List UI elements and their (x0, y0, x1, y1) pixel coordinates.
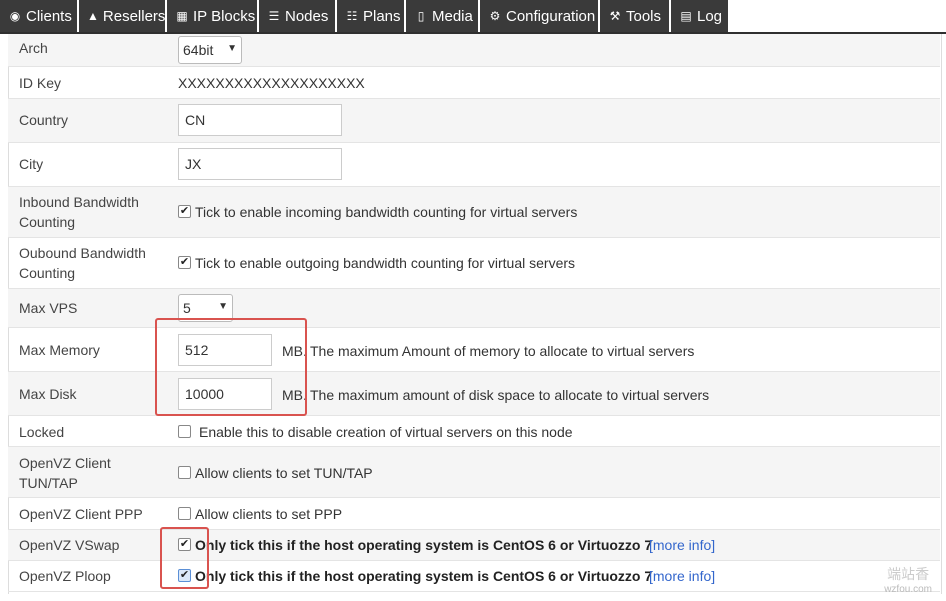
city-label: City (19, 156, 44, 172)
tab-nodes[interactable]: ☰ Nodes (259, 0, 335, 32)
row-outbound-bandwidth: Oubound Bandwidth Counting Tick to enabl… (8, 238, 940, 289)
table-icon: ▤ (680, 9, 692, 23)
file-icon: ▯ (417, 9, 425, 23)
tun-tap-label-line2: TUN/TAP (19, 475, 78, 491)
tab-media[interactable]: ▯ Media (406, 0, 478, 32)
tab-label: Nodes (285, 7, 329, 25)
wrench-icon: ⚒ (609, 9, 621, 23)
row-id-key: ID Key XXXXXXXXXXXXXXXXXXXX (8, 67, 940, 99)
row-inbound-bandwidth: Inbound Bandwidth Counting Tick to enabl… (8, 187, 940, 238)
tab-label: Plans (363, 7, 401, 25)
outbound-label-line1: Oubound Bandwidth (19, 245, 146, 261)
tab-label: Resellers (102, 7, 166, 25)
grid-icon: ▦ (176, 9, 188, 23)
annotation-highlight-vswap-ploop (160, 527, 209, 589)
country-label: Country (19, 112, 69, 128)
inbound-description: Tick to enable incoming bandwidth counti… (195, 204, 578, 220)
gear-icon: ⚙ (489, 9, 501, 23)
max-memory-description: The maximum Amount of memory to allocate… (310, 343, 695, 359)
tun-tap-label-line1: OpenVZ Client (19, 455, 111, 471)
max-disk-description: The maximum amount of disk space to allo… (310, 387, 710, 403)
ploop-more-info-link[interactable]: [more info] (649, 566, 715, 586)
ploop-label: OpenVZ Ploop (19, 568, 111, 584)
id-key-value: XXXXXXXXXXXXXXXXXXXX (178, 75, 365, 91)
watermark-logo-text: 端站香 (887, 566, 930, 582)
locked-checkbox[interactable] (178, 425, 191, 438)
locked-label: Locked (19, 424, 65, 440)
country-value: CN (185, 112, 206, 128)
row-city: City JX (8, 143, 940, 187)
arch-select[interactable]: 64bit ▼ (178, 36, 242, 64)
row-ppp: OpenVZ Client PPP Allow clients to set P… (8, 498, 940, 530)
vswap-label: OpenVZ VSwap (19, 537, 120, 553)
chevron-down-icon: ▼ (227, 43, 237, 54)
row-arch: Arch 64bit ▼ (8, 34, 940, 67)
tab-ip-blocks[interactable]: ▦ IP Blocks (167, 0, 257, 32)
city-input[interactable]: JX (178, 148, 342, 180)
row-vswap: OpenVZ VSwap Only tick this if the host … (8, 530, 940, 561)
tab-log[interactable]: ▤ Log (671, 0, 728, 32)
outbound-checkbox[interactable] (178, 256, 191, 269)
row-country: Country CN (8, 99, 940, 143)
country-input[interactable]: CN (178, 104, 342, 136)
chevron-down-icon: ▼ (218, 301, 228, 312)
max-vps-label: Max VPS (19, 300, 78, 316)
max-memory-label: Max Memory (19, 342, 100, 358)
tab-plans[interactable]: ☷ Plans (337, 0, 404, 32)
max-disk-label: Max Disk (19, 386, 77, 402)
tab-configuration[interactable]: ⚙ Configuration (480, 0, 598, 32)
users-icon: ◉ (9, 9, 21, 23)
city-value: JX (185, 156, 202, 172)
watermark-url: wzfou.com (884, 584, 932, 595)
watermark: 端站香 wzfou.com (884, 564, 932, 595)
tun-tap-description: Allow clients to set TUN/TAP (195, 465, 373, 481)
tab-label: Log (697, 7, 723, 25)
id-key-label: ID Key (19, 75, 62, 91)
inbound-label-line2: Counting (19, 214, 76, 230)
ppp-description: Allow clients to set PPP (195, 506, 343, 522)
arch-value: 64bit (183, 42, 214, 58)
outbound-description: Tick to enable outgoing bandwidth counti… (195, 255, 576, 271)
row-tun-tap: OpenVZ Client TUN/TAP Allow clients to s… (8, 447, 940, 498)
tab-tools[interactable]: ⚒ Tools (600, 0, 669, 32)
tab-label: IP Blocks (193, 7, 256, 25)
row-max-vps: Max VPS 5 ▼ (8, 289, 940, 328)
tab-resellers[interactable]: ▲ Resellers (79, 0, 165, 32)
user-icon: ▲ (87, 9, 99, 23)
outbound-label-line2: Counting (19, 265, 76, 281)
server-icon: ☰ (268, 9, 280, 23)
row-locked: Locked Enable this to disable creation o… (8, 416, 940, 447)
max-vps-value: 5 (183, 300, 191, 316)
inbound-label-line1: Inbound Bandwidth (19, 194, 139, 210)
top-nav: ◉ Clients ▲ Resellers ▦ IP Blocks ☰ Node… (0, 0, 946, 34)
tab-label: Media (432, 7, 473, 25)
tab-label: Configuration (506, 7, 596, 25)
list-icon: ☷ (346, 9, 358, 23)
row-max-disk: Max Disk 10000 MB. The maximum amount of… (8, 372, 940, 416)
ppp-label: OpenVZ Client PPP (19, 506, 143, 522)
annotation-highlight-memory-disk (155, 318, 307, 416)
arch-label: Arch (19, 40, 48, 56)
tab-clients[interactable]: ◉ Clients (0, 0, 77, 32)
tun-tap-checkbox[interactable] (178, 466, 191, 479)
locked-description: Enable this to disable creation of virtu… (199, 424, 573, 440)
tab-label: Tools (626, 7, 662, 25)
vswap-description: Only tick this if the host operating sys… (195, 537, 653, 553)
ppp-checkbox[interactable] (178, 507, 191, 520)
inbound-checkbox[interactable] (178, 205, 191, 218)
vswap-more-info-link[interactable]: [more info] (649, 535, 715, 555)
row-ploop: OpenVZ Ploop Only tick this if the host … (8, 561, 940, 592)
row-max-memory: Max Memory 512 MB. The maximum Amount of… (8, 328, 940, 372)
ploop-description: Only tick this if the host operating sys… (195, 568, 653, 584)
tab-label: Clients (26, 7, 72, 25)
